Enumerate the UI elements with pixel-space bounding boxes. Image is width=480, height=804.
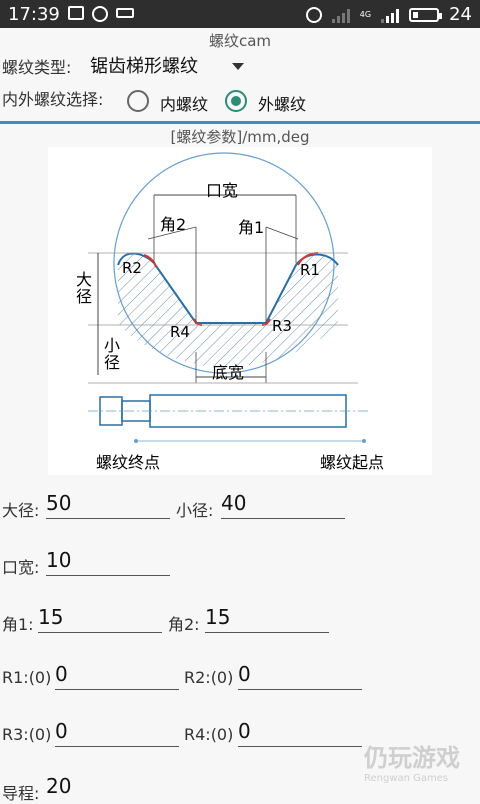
label-bottom-width: 底宽 [212,363,245,382]
signal-icon-2 [381,7,400,23]
mouth-width-input[interactable]: 10 [46,547,170,576]
minor-dia-label: 小径: [176,501,214,520]
lead-input[interactable]: 20 [46,773,170,801]
label-angle2: 角2 [160,215,187,234]
r1-label: R1:(0) [2,668,52,687]
radio-external-label[interactable]: 外螺纹 [258,91,306,115]
label-mouth-width: 口宽 [206,181,239,200]
label-angle1: 角1 [238,218,265,237]
divider [0,121,480,124]
check-circle-icon [92,6,108,22]
status-time: 17:39 [8,4,60,25]
r2-label: R2:(0) [184,668,234,687]
params-caption: [螺纹参数]/mm,deg [170,128,310,146]
major-dia-input[interactable]: 50 [46,490,170,519]
label-thread-start: 螺纹起点 [320,453,385,472]
label-r1: R1 [300,261,320,279]
image-icon [68,6,84,20]
watermark: 仍玩游戏 Rengwan Games [364,738,460,784]
angle1-input[interactable]: 15 [38,604,162,633]
watermark-sub: Rengwan Games [364,773,449,784]
label-r2: R2 [122,259,142,277]
label-minor-dia: 小径 [104,336,121,372]
r3-label: R3:(0) [2,725,52,744]
dropdown-arrow-icon[interactable] [232,63,244,70]
battery-icon [409,7,443,22]
status-bar: 17:39 4G 24 [0,0,480,28]
network-label: 4G [359,10,372,19]
major-dia-label: 大径: [2,501,40,520]
thread-diagram-svg [88,152,368,443]
alarm-icon [305,6,322,23]
r3-input[interactable]: 0 [55,718,179,747]
signal-icon [331,7,350,23]
radio-internal-label[interactable]: 内螺纹 [160,91,208,115]
thread-type-label: 螺纹类型: [2,58,72,77]
battery-level: 24 [449,4,472,25]
angle1-label: 角1: [2,615,34,634]
r4-input[interactable]: 0 [238,718,362,747]
side-select-label: 内外螺纹选择: [2,90,104,109]
r4-label: R4:(0) [184,725,234,744]
watermark-main: 仍玩游戏 [364,744,460,772]
r1-input[interactable]: 0 [55,661,179,690]
label-r3: R3 [272,317,292,335]
label-thread-end: 螺纹终点 [96,453,161,472]
thread-type-spinner[interactable]: 锯齿梯形螺纹 [90,52,198,78]
label-r4: R4 [170,323,190,341]
usb-icon [116,8,134,18]
app-title: 螺纹cam [208,32,272,50]
thread-diagram: 口宽 角2 角1 R2 R1 大径 R4 R3 小径 底宽 螺纹终点 螺纹起点 [48,147,432,475]
radio-internal[interactable] [127,90,149,112]
angle2-input[interactable]: 15 [205,604,329,633]
mouth-width-label: 口宽: [2,558,40,577]
notification-icons [68,6,134,22]
angle2-label: 角2: [168,615,200,634]
system-icons: 4G 24 [305,4,472,25]
label-major-dia: 大径 [76,270,93,306]
radio-external[interactable] [225,90,247,112]
minor-dia-input[interactable]: 40 [221,490,345,519]
r2-input[interactable]: 0 [238,661,362,690]
lead-label: 导程: [2,784,40,803]
